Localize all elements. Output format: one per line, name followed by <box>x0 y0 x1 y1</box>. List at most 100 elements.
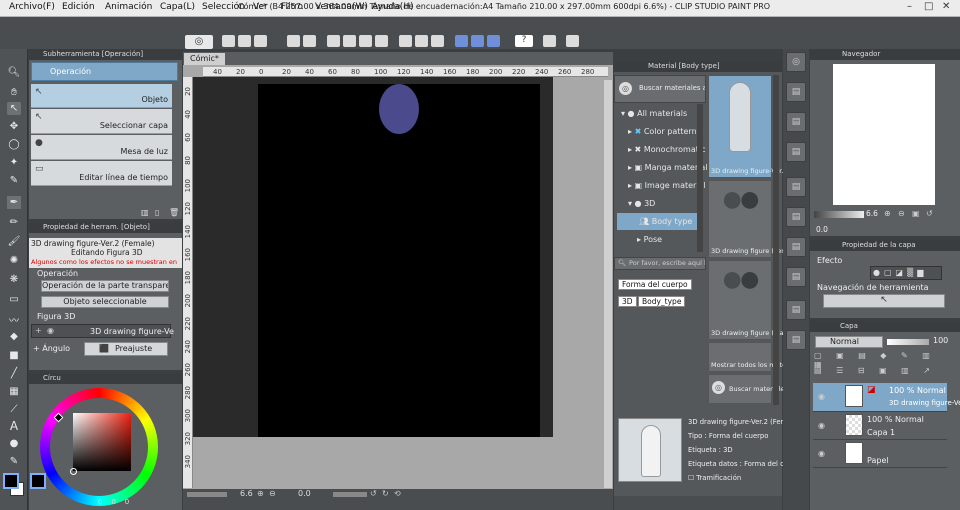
subtool-editar-linea-tiempo[interactable]: ▭ Editar línea de tiempo <box>31 161 172 186</box>
blend-mode-dropdown[interactable]: Normal <box>815 336 883 348</box>
rotate-icon[interactable] <box>359 35 372 47</box>
navigator-zoom-slider[interactable] <box>814 211 864 218</box>
tree-color-pattern[interactable]: ▸ ✖ Color pattern <box>628 123 708 140</box>
thumb-scrollbar[interactable] <box>773 75 779 405</box>
tree-all-materials[interactable]: ▾ ● All materials <box>621 105 701 122</box>
selectable-object-dropdown[interactable]: Objeto seleccionable <box>41 296 169 308</box>
subtool-seleccionar-capa[interactable]: ↖ Seleccionar capa <box>31 109 172 134</box>
fill-tool-icon[interactable]: ◆ <box>7 330 21 343</box>
tree-scrollbar[interactable] <box>697 104 703 252</box>
tree-3d[interactable]: ▾ ● 3D <box>628 195 708 212</box>
snap-ruler-icon[interactable] <box>455 35 468 47</box>
zoom-out-icon[interactable]: ⊖ <box>269 489 276 498</box>
rotate-left-icon[interactable]: ↺ <box>370 489 377 498</box>
layer-capa-1[interactable]: 100 % Normal Capa 1 <box>813 412 947 440</box>
subtool-objeto[interactable]: ↖ Objeto <box>31 84 172 108</box>
subtool-group-operacion[interactable]: Operación <box>31 62 178 81</box>
material-palette6-icon[interactable]: ▤ <box>786 237 806 257</box>
redo-icon[interactable] <box>303 35 316 47</box>
material-palette8-icon[interactable]: ▤ <box>786 300 806 320</box>
material-palette7-icon[interactable]: ▤ <box>786 267 806 287</box>
visibility-eye-icon[interactable]: ◉ <box>47 326 54 335</box>
3d-figure-head[interactable] <box>379 84 419 134</box>
material-palette-icon[interactable]: ▤ <box>786 82 806 102</box>
material-search-additional[interactable]: ◎ Buscar materiales adici <box>614 75 706 103</box>
layer-papel[interactable]: Papel <box>813 440 947 468</box>
close-icon[interactable]: ✕ <box>942 1 950 12</box>
material-thumb-female-ver2[interactable]: 3D drawing figure-Ver. <box>708 75 783 178</box>
material-thumb-male[interactable]: 3D drawing figure (Ma <box>708 260 783 340</box>
save-icon[interactable] <box>254 35 267 47</box>
help-icon[interactable]: ? <box>515 35 533 47</box>
navigator-zoom-out-icon[interactable]: ⊖ <box>898 209 905 218</box>
maximize-icon[interactable]: □ <box>924 1 933 12</box>
color-saturation-square[interactable] <box>73 413 131 471</box>
preset-button[interactable]: ⬛ Preajuste <box>84 342 168 356</box>
layer-effect-buttons[interactable]: ●▢◪▒▆ <box>870 266 942 280</box>
new-file-icon[interactable] <box>222 35 235 47</box>
balloon-tool-icon[interactable]: ● <box>7 437 21 450</box>
navigator-preview[interactable] <box>833 64 935 205</box>
ruler-tool-icon[interactable]: ⟋ <box>7 403 21 416</box>
material-search-more[interactable]: ◎ Buscar materiales <box>708 374 788 404</box>
menu-animacion[interactable]: Animación <box>105 2 152 12</box>
clip-studio-side-icon[interactable]: ◎ <box>786 52 806 72</box>
move-layer-tool-icon[interactable]: ✥ <box>7 120 21 133</box>
subtool-mesa-de-luz[interactable]: ● Mesa de luz <box>31 135 172 160</box>
blend-tool-icon[interactable]: 〰 <box>7 313 21 327</box>
navigator-zoom-in-icon[interactable]: ⊕ <box>884 209 891 218</box>
canvas-vertical-scrollbar[interactable] <box>604 80 612 488</box>
layer-visibility-eye-icon[interactable]: ◉ <box>818 449 825 458</box>
decoration-tool-icon[interactable]: ❋ <box>7 273 21 286</box>
layer-toolbar[interactable]: ▢ ▣ ▤ ◆ ✎ ▥ ▦ <box>814 351 956 369</box>
tag-3d[interactable]: 3D <box>618 296 637 307</box>
open-file-icon[interactable] <box>238 35 251 47</box>
panel-sub-color[interactable] <box>30 473 46 489</box>
reset-rotation-icon[interactable]: ⟲ <box>394 489 401 498</box>
subtool-delete-icon[interactable]: 🗑︎ <box>169 208 179 218</box>
snap-special-ruler-icon[interactable] <box>471 35 484 47</box>
color-wheel[interactable] <box>40 388 158 506</box>
opacity-slider[interactable] <box>887 339 929 345</box>
navigator-reset-icon[interactable]: ↺ <box>926 209 933 218</box>
material-palette3-icon[interactable]: ▤ <box>786 142 806 162</box>
clip-studio-icon[interactable]: ◎ <box>185 35 213 49</box>
panel-main-color[interactable] <box>3 473 19 489</box>
gradient-tool-icon[interactable]: ■ <box>7 349 21 362</box>
zoom-tool-icon[interactable]: 🔍︎ <box>7 66 21 79</box>
navigator-fit-icon[interactable]: ▣ <box>912 209 920 218</box>
menu-archivo[interactable]: Archivo(F) <box>9 2 55 12</box>
auto-select-tool-icon[interactable]: ✦ <box>7 156 21 169</box>
layer-visibility-eye-icon[interactable]: ◉ <box>818 392 825 401</box>
show-selection-icon[interactable] <box>431 35 444 47</box>
tool-navigation-button[interactable]: ↖ <box>823 294 945 308</box>
pen-tool-icon[interactable]: ✒ <box>7 196 21 209</box>
tree-image-material[interactable]: ▸ ▣ Image material <box>628 177 708 194</box>
material-thumb-female[interactable]: 3D drawing figure (Fem <box>708 180 788 258</box>
tag-forma-del-cuerpo[interactable]: Forma del cuerpo <box>618 279 692 290</box>
eyedropper-tool-icon[interactable]: ✎ <box>7 174 21 187</box>
pencil-tool-icon[interactable]: ✏ <box>7 216 21 229</box>
color-marker[interactable] <box>70 468 77 475</box>
material-info-trama[interactable]: ☐ Tramificación <box>688 474 741 482</box>
selection-tool-icon[interactable]: ◯ <box>7 138 21 151</box>
material-palette4-icon[interactable]: ▤ <box>786 177 806 197</box>
deselect-icon[interactable] <box>399 35 412 47</box>
tree-body-type[interactable]: 👥︎ Body type <box>617 213 701 230</box>
material-search-input[interactable]: 🔍︎ Por favor, escribe aquí la <box>614 257 706 270</box>
show-all-materials[interactable]: Mostrar todos los materiales <box>708 342 804 372</box>
layer-visibility-eye-icon[interactable]: ◉ <box>818 421 825 430</box>
transform-icon[interactable] <box>327 35 340 47</box>
search-icon[interactable] <box>566 35 579 47</box>
minimize-icon[interactable]: – <box>907 1 912 12</box>
figure-3d-row[interactable]: + ◉ 3D drawing figure-Ve <box>31 324 174 338</box>
invert-selection-icon[interactable] <box>415 35 428 47</box>
figure-tool-icon[interactable]: ╱ <box>7 367 21 380</box>
drawing-page[interactable] <box>258 84 540 437</box>
snap-grid-icon[interactable] <box>487 35 500 47</box>
flip-icon[interactable] <box>375 35 388 47</box>
tree-pose[interactable]: ▸ Pose <box>637 231 717 248</box>
operation-tool-icon[interactable]: ↖ <box>7 102 21 115</box>
canvas-tab[interactable]: Cómic* <box>184 53 225 65</box>
tree-monochromatic[interactable]: ▸ ✖ Monochromatic <box>628 141 708 158</box>
